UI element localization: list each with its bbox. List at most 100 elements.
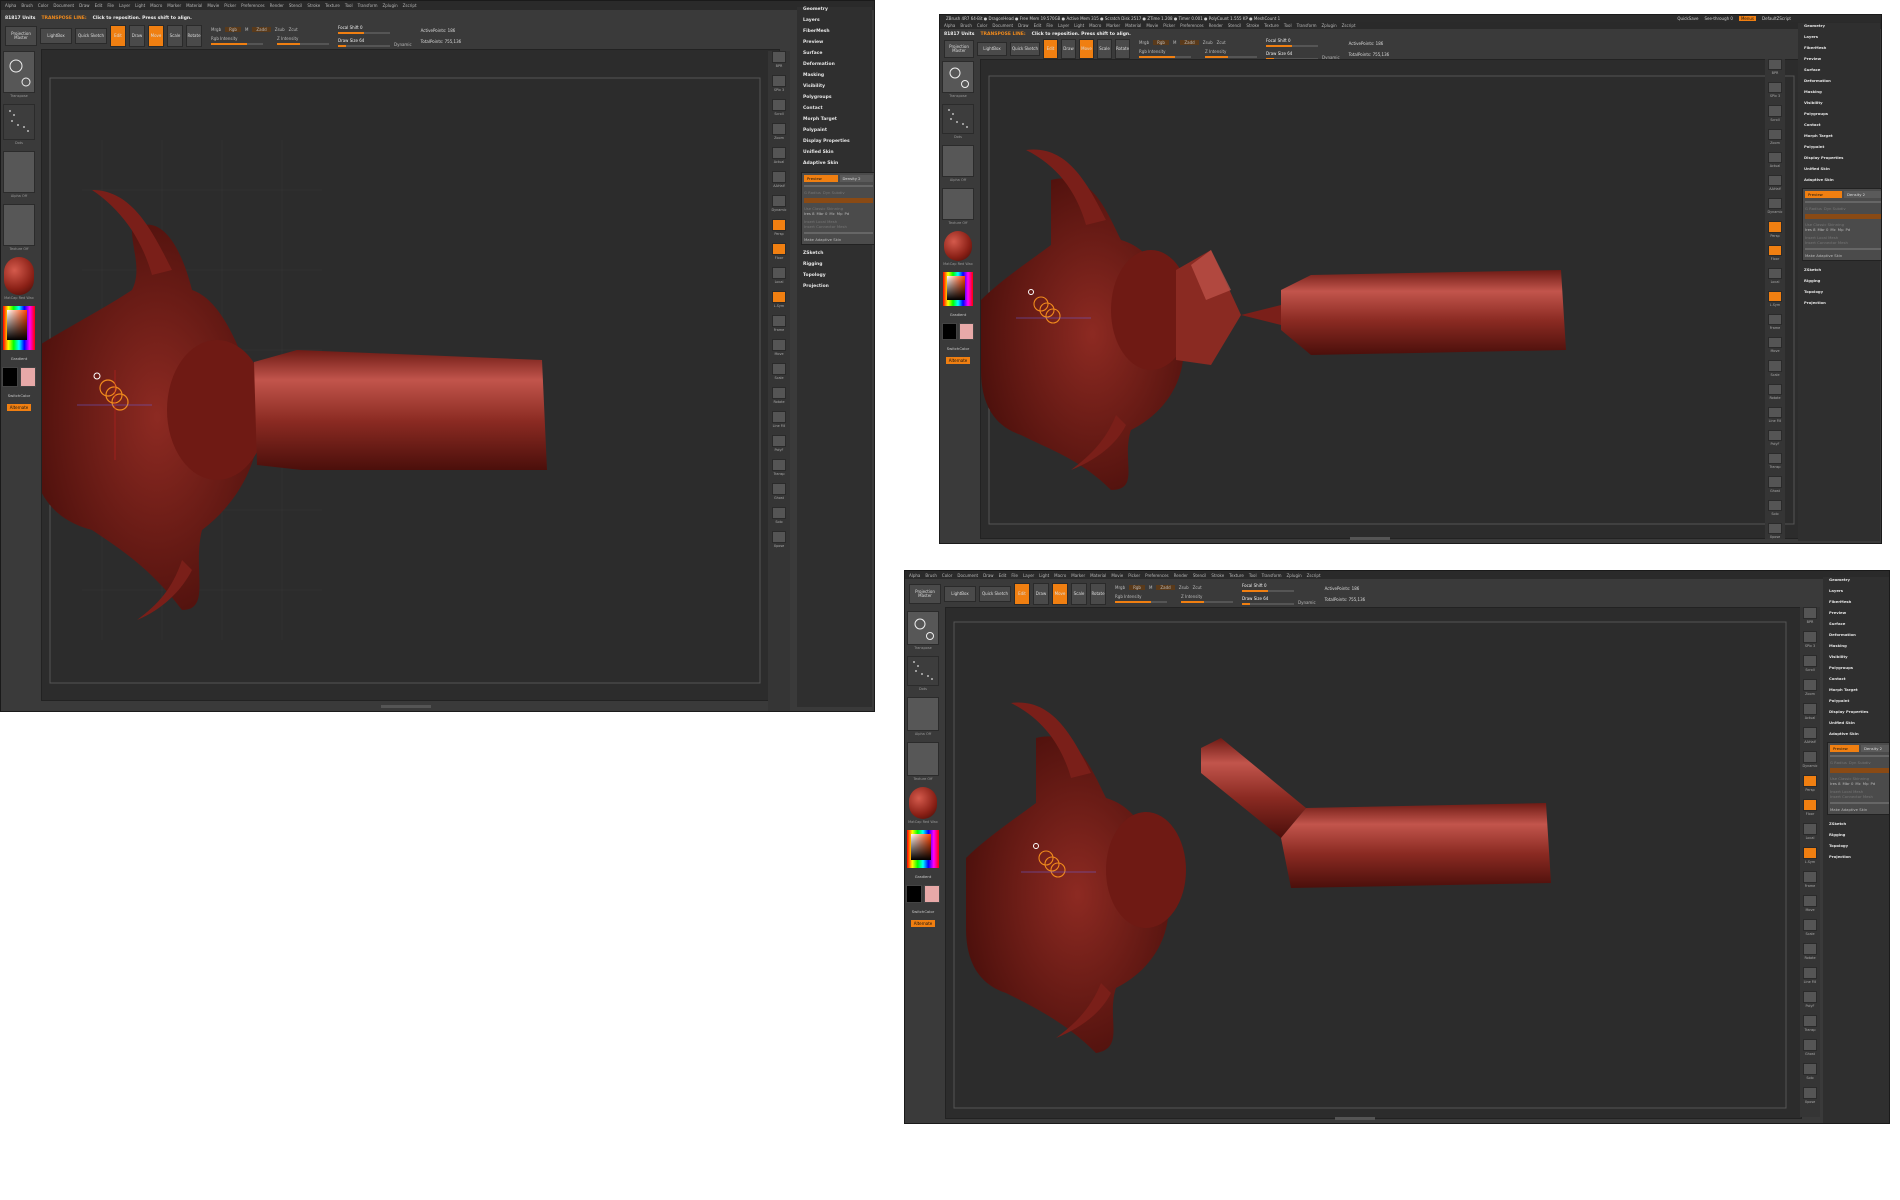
make-adaptive-skin-button[interactable]: Make Adaptive Skin [1830,807,1889,812]
menu-picker[interactable]: Picker [1163,23,1175,28]
insert-connector-mesh-button[interactable]: Insert Connector Mesh [1830,794,1889,799]
texture-thumbnail[interactable] [907,742,939,776]
persp-icon[interactable] [772,219,786,231]
lightbox-button[interactable]: LightBox [40,28,72,44]
scale-icon[interactable] [1768,360,1782,372]
tool-section-preview[interactable]: Preview [1804,56,1880,61]
m-toggle[interactable]: M [1173,40,1176,45]
menu-zplugin[interactable]: Zplugin [383,3,398,8]
texture-thumbnail[interactable] [3,204,35,246]
dyn-subdiv-slider[interactable]: Dyn Subdiv [1824,206,1846,211]
ires-control[interactable]: Ires 8 [804,211,815,216]
tool-section-polygroups[interactable]: Polygroups [1804,111,1880,116]
menu-material[interactable]: Material [1090,573,1106,578]
ires-control[interactable]: Ires 8 [1830,781,1841,786]
menu-preferences[interactable]: Preferences [1145,573,1169,578]
zadd-toggle[interactable]: Zadd [1156,585,1175,590]
tool-section-adaptive-skin[interactable]: Adaptive Skin [1829,731,1889,736]
menu-document[interactable]: Document [992,23,1013,28]
menu-texture[interactable]: Texture [1264,23,1279,28]
focal-shift-slider[interactable] [1266,45,1318,47]
rgb-toggle[interactable]: Rgb [1153,40,1169,45]
menu-color[interactable]: Color [977,23,987,28]
solo-icon[interactable] [1803,1063,1817,1075]
xpose-icon[interactable] [772,531,786,543]
menu-macro[interactable]: Macro [1054,573,1066,578]
menu-layer[interactable]: Layer [1023,573,1034,578]
tool-section-surface[interactable]: Surface [803,51,872,56]
zsub-toggle[interactable]: Zsub [1179,585,1189,590]
menu-marker[interactable]: Marker [1071,573,1085,578]
insert-connector-mesh-button[interactable]: Insert Connector Mesh [804,224,873,229]
use-classic-skinning-button[interactable] [1830,768,1889,773]
tool-section-display-properties[interactable]: Display Properties [1829,709,1889,714]
projection-master-button[interactable]: Projection Master [5,26,37,46]
menu-picker[interactable]: Picker [1128,573,1140,578]
ghost-icon[interactable] [1768,476,1782,488]
line-fill-icon[interactable] [772,411,786,423]
actual-icon[interactable] [1803,703,1817,715]
tool-section-rigging[interactable]: Rigging [803,262,872,267]
ires-control[interactable]: Ires 8 [1805,227,1816,232]
zsub-toggle[interactable]: Zsub [1203,40,1213,45]
zoom-icon[interactable] [772,123,786,135]
mc-control[interactable]: Mc [829,211,834,216]
selected-limb[interactable] [254,350,547,470]
menu-movie[interactable]: Movie [1146,23,1158,28]
dynamic-icon[interactable] [1803,751,1817,763]
bpr-icon[interactable] [1803,607,1817,619]
tool-section-layers[interactable]: Layers [803,18,872,23]
menu-texture[interactable]: Texture [325,3,340,8]
tool-section-fibermesh[interactable]: FiberMesh [1804,45,1880,50]
move-button[interactable]: Move [1052,583,1068,605]
menu-zscript[interactable]: Zscript [1342,23,1356,28]
switch-color-label[interactable]: SwitchColor [912,909,934,914]
menu-file[interactable]: File [107,3,114,8]
tool-section-layers[interactable]: Layers [1804,34,1880,39]
bpr-icon[interactable] [772,51,786,63]
menu-alpha[interactable]: Alpha [5,3,16,8]
menu-render[interactable]: Render [1209,23,1223,28]
density-slider[interactable]: Density 2 [839,175,873,182]
rgb-intensity-slider[interactable] [1139,56,1191,58]
polyf-icon[interactable] [1768,430,1782,442]
menu-brush[interactable]: Brush [925,573,937,578]
move-icon[interactable] [772,339,786,351]
pd-control[interactable]: Pd [1870,781,1875,786]
menu-preferences[interactable]: Preferences [1180,23,1204,28]
use-classic-skinning-button[interactable] [804,198,873,203]
menu-zscript[interactable]: Zscript [403,3,417,8]
density-slider[interactable]: Density 2 [1844,191,1881,198]
menu-file[interactable]: File [1046,23,1053,28]
projection-master-button[interactable]: Projection Master [909,584,941,604]
preview-button[interactable]: Preview [1805,191,1842,198]
tool-section-rigging[interactable]: Rigging [1804,278,1880,283]
texture-thumbnail[interactable] [942,188,974,220]
menu-tool[interactable]: Tool [1249,573,1257,578]
draw-button[interactable]: Draw [129,25,145,47]
move-icon[interactable] [1803,895,1817,907]
tool-section-preview[interactable]: Preview [803,40,872,45]
menu-stroke[interactable]: Stroke [307,3,320,8]
actual-icon[interactable] [772,147,786,159]
mrgb-toggle[interactable]: Mrgb [1115,585,1125,590]
color-picker[interactable] [943,272,973,306]
main-color-swatch[interactable] [2,367,18,387]
menu-stroke[interactable]: Stroke [1246,23,1259,28]
tool-section-unified-skin[interactable]: Unified Skin [1804,166,1880,171]
tool-section-surface[interactable]: Surface [1829,621,1889,626]
frame-icon[interactable] [1803,871,1817,883]
mc-control[interactable]: Mc [1855,781,1860,786]
menu-stroke[interactable]: Stroke [1211,573,1224,578]
use-classic-skinning-button[interactable] [1805,214,1881,219]
menu-stencil[interactable]: Stencil [1228,23,1242,28]
move-button[interactable]: Move [148,25,164,47]
tool-section-adaptive-skin[interactable]: Adaptive Skin [1804,177,1880,182]
persp-icon[interactable] [1803,775,1817,787]
line-fill-icon[interactable] [1803,967,1817,979]
dynamic-icon[interactable] [1768,198,1782,210]
pd-control[interactable]: Pd [1845,227,1850,232]
material-sphere[interactable] [4,257,34,295]
move-icon[interactable] [1768,337,1782,349]
zcut-toggle[interactable]: Zcut [289,27,298,32]
